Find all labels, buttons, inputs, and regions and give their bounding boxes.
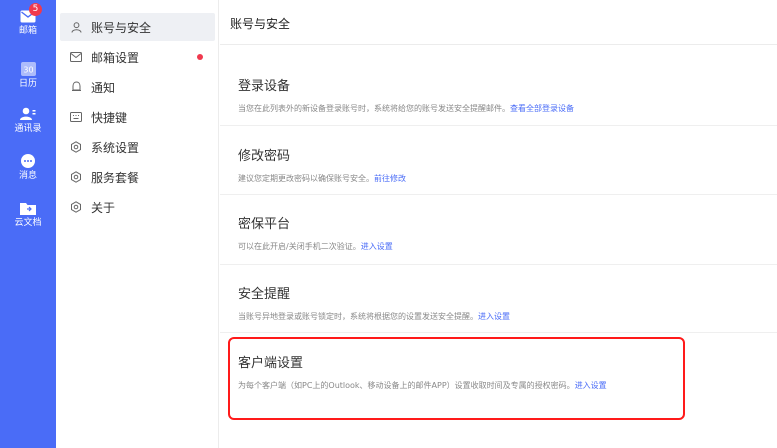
user-icon	[70, 21, 82, 33]
rail-item-cloud-docs[interactable]: 云文档	[0, 198, 56, 238]
security-platform-settings-link[interactable]: 进入设置	[361, 242, 393, 251]
section-divider	[220, 125, 777, 126]
rail-item-contacts[interactable]: 通讯录	[0, 104, 56, 144]
keyboard-icon	[70, 111, 82, 123]
rail-item-messages[interactable]: 消息	[0, 151, 56, 191]
gear-icon	[70, 171, 82, 183]
chat-icon	[19, 153, 37, 169]
highlight-box	[228, 337, 685, 420]
rail-label-calendar: 日历	[18, 79, 37, 89]
svg-text:30: 30	[23, 66, 33, 75]
section-title: 修改密码	[238, 149, 291, 164]
section-description: 可以在此开启/关闭手机二次验证。进入设置	[238, 242, 757, 252]
rail-label-mail: 邮箱	[18, 26, 37, 36]
app-rail: 5 邮箱 30 日历 通讯录 消息 云文档	[0, 0, 56, 448]
bell-icon	[70, 81, 82, 93]
section-divider	[220, 264, 777, 265]
section-desc-text: 当账号异地登录或账号锁定时，系统将根据您的设置发送安全提醒。	[238, 312, 478, 321]
section-title: 登录设备	[238, 79, 291, 94]
rail-item-mail[interactable]: 5 邮箱	[0, 3, 56, 46]
section-desc-text: 可以在此开启/关闭手机二次验证。	[238, 242, 361, 251]
settings-sidebar: 账号与安全 邮箱设置 通知 快捷键 系统设置 服务套餐 关于	[56, 0, 219, 448]
section-description: 当账号异地登录或账号锁定时，系统将根据您的设置发送安全提醒。进入设置	[238, 312, 757, 322]
rail-item-calendar[interactable]: 30 日历	[0, 59, 56, 99]
sidebar-item-service-plan[interactable]: 服务套餐	[60, 163, 215, 191]
sidebar-item-label: 邮箱设置	[91, 50, 140, 65]
settings-content: 账号与安全 登录设备 当您在此列表外的新设备登录账号时，系统将给您的账号发送安全…	[220, 0, 777, 448]
section-change-password: 修改密码 建议您定期更改密码以确保账号安全。前往修改	[238, 145, 757, 184]
gear-icon	[70, 201, 82, 213]
view-all-devices-link[interactable]: 查看全部登录设备	[510, 104, 574, 113]
rail-label-cloud-docs: 云文档	[14, 218, 42, 228]
calendar-icon: 30	[19, 61, 37, 77]
sidebar-item-label: 账号与安全	[91, 20, 152, 35]
gear-icon	[70, 141, 82, 153]
section-security-alerts: 安全提醒 当账号异地登录或账号锁定时，系统将根据您的设置发送安全提醒。进入设置	[238, 283, 757, 322]
sidebar-item-label: 系统设置	[91, 140, 140, 155]
sidebar-item-notifications[interactable]: 通知	[60, 73, 215, 101]
sidebar-item-label: 通知	[91, 80, 116, 95]
page-title: 账号与安全	[230, 17, 291, 31]
unread-badge: 5	[29, 3, 42, 16]
header-divider	[220, 44, 777, 45]
notification-dot	[197, 54, 203, 60]
sidebar-item-label: 快捷键	[91, 110, 128, 125]
section-title: 安全提醒	[238, 287, 291, 302]
security-alert-settings-link[interactable]: 进入设置	[478, 312, 510, 321]
sidebar-item-label: 服务套餐	[91, 170, 140, 185]
sidebar-item-about[interactable]: 关于	[60, 193, 215, 221]
go-change-password-link[interactable]: 前往修改	[374, 174, 406, 183]
section-description: 建议您定期更改密码以确保账号安全。前往修改	[238, 174, 757, 184]
section-divider	[220, 194, 777, 195]
section-login-devices: 登录设备 当您在此列表外的新设备登录账号时，系统将给您的账号发送安全提醒邮件。查…	[238, 75, 757, 114]
sidebar-item-account-security[interactable]: 账号与安全	[60, 13, 215, 41]
sidebar-item-mailbox-settings[interactable]: 邮箱设置	[60, 43, 215, 71]
rail-label-messages: 消息	[18, 171, 37, 181]
cloud-doc-icon	[19, 200, 37, 216]
section-desc-text: 建议您定期更改密码以确保账号安全。	[238, 174, 374, 183]
sidebar-item-label: 关于	[91, 200, 116, 215]
rail-label-contacts: 通讯录	[14, 124, 42, 134]
envelope-icon	[70, 51, 82, 63]
sidebar-item-system-settings[interactable]: 系统设置	[60, 133, 215, 161]
section-divider	[220, 332, 777, 333]
contacts-icon	[19, 106, 37, 122]
sidebar-item-shortcuts[interactable]: 快捷键	[60, 103, 215, 131]
section-description: 当您在此列表外的新设备登录账号时，系统将给您的账号发送安全提醒邮件。查看全部登录…	[238, 104, 757, 114]
section-security-platform: 密保平台 可以在此开启/关闭手机二次验证。进入设置	[238, 213, 757, 252]
section-title: 密保平台	[238, 217, 291, 232]
section-desc-text: 当您在此列表外的新设备登录账号时，系统将给您的账号发送安全提醒邮件。	[238, 104, 510, 113]
